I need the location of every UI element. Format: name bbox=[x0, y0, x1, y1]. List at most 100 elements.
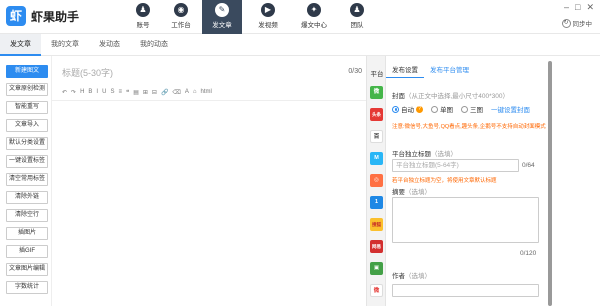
radio-label: 自动 bbox=[401, 107, 414, 114]
default-category-button[interactable]: 默认分类设置 bbox=[6, 137, 48, 150]
cover-auto-radio[interactable]: 自动 ? bbox=[392, 104, 423, 114]
insert-gif-button[interactable]: 插GIF bbox=[6, 245, 48, 258]
tab-post-update[interactable]: 发动态 bbox=[89, 34, 130, 56]
article-body-editor[interactable] bbox=[52, 100, 366, 306]
title-field-label: 平台独立标题（选填） bbox=[392, 148, 457, 158]
tab-publish-settings[interactable]: 发布设置 bbox=[386, 64, 424, 78]
font-color-icon[interactable]: A bbox=[185, 89, 189, 95]
import-article-button[interactable]: 文章导入 bbox=[6, 119, 48, 132]
article-title-input[interactable]: 标题(5-30字) bbox=[62, 66, 113, 79]
tab-platform-management[interactable]: 发布平台管理 bbox=[424, 64, 475, 78]
sync-label: 同步中 bbox=[572, 21, 593, 28]
clear-tags-button[interactable]: 清空常用标签 bbox=[6, 173, 48, 186]
clear-links-button[interactable]: 清除外链 bbox=[6, 191, 48, 204]
weibo-icon[interactable]: 微 bbox=[370, 284, 383, 297]
nav-label: 工作台 bbox=[171, 22, 191, 29]
platform-title-input[interactable]: 平台独立标题(5-64字) bbox=[392, 159, 519, 172]
nav-label: 团队 bbox=[350, 22, 364, 29]
heading-icon[interactable]: H bbox=[80, 89, 84, 95]
link-icon[interactable]: 🔗 bbox=[161, 89, 168, 96]
article-editor: 标题(5-30字) 0/30 ↶ ↷ H B I U S ≡ ❝ ▤ ⊞ ⊟ 🔗… bbox=[52, 56, 366, 306]
baijia-icon[interactable]: 百 bbox=[370, 130, 383, 143]
platform-green-icon[interactable]: ▣ bbox=[370, 262, 383, 275]
summary-textarea[interactable] bbox=[392, 197, 539, 243]
main-nav: ♟ 账号 ◉ 工作台 ✎ 发文章 ▶ 发视频 ✦ 爆文中心 ♟ 团队 bbox=[126, 0, 376, 34]
platform-1-icon[interactable]: 1 bbox=[370, 196, 383, 209]
nav-label: 发视频 bbox=[258, 22, 278, 29]
wechat-icon[interactable]: 微 bbox=[370, 86, 383, 99]
insert-image-button[interactable]: 插图片 bbox=[6, 227, 48, 240]
italic-icon[interactable]: I bbox=[96, 89, 98, 95]
hot-article-icon: ✦ bbox=[307, 3, 321, 17]
platform-orange-icon[interactable]: ◎ bbox=[370, 174, 383, 187]
tab-my-updates[interactable]: 我的动态 bbox=[130, 34, 178, 56]
summary-field-label: 摘要（选填） bbox=[392, 186, 431, 196]
word-count-button[interactable]: 字数统计 bbox=[6, 281, 48, 294]
cover-single-radio[interactable]: 单图 bbox=[431, 104, 453, 114]
clear-format-icon[interactable]: ⌫ bbox=[172, 89, 180, 96]
nav-team[interactable]: ♟ 团队 bbox=[340, 0, 374, 34]
list-icon[interactable]: ▤ bbox=[133, 89, 139, 96]
bold-icon[interactable]: B bbox=[88, 89, 92, 95]
window-controls: – □ ✕ bbox=[564, 2, 594, 13]
workbench-icon: ◉ bbox=[174, 3, 188, 17]
one-click-cover-link[interactable]: 一键设置封面 bbox=[491, 104, 530, 114]
minimize-button[interactable]: – bbox=[564, 2, 569, 13]
quote-icon[interactable]: ❝ bbox=[126, 89, 129, 96]
strikethrough-icon[interactable]: S bbox=[110, 89, 114, 95]
title-hint: （选填） bbox=[431, 151, 457, 158]
app-window: 虾 虾果助手 ♟ 账号 ◉ 工作台 ✎ 发文章 ▶ 发视频 ✦ 爆文中心 ♟ 团… bbox=[0, 0, 600, 306]
divider-icon[interactable]: ⊟ bbox=[152, 89, 157, 96]
originality-check-button[interactable]: 文章原创检测 bbox=[6, 83, 48, 96]
undo-icon[interactable]: ↶ bbox=[62, 89, 67, 96]
redo-icon[interactable]: ↷ bbox=[71, 89, 76, 96]
scrollbar-thumb[interactable] bbox=[548, 61, 552, 306]
edit-images-button[interactable]: 文章图片编辑 bbox=[6, 263, 48, 276]
settings-scrollbar[interactable] bbox=[548, 56, 552, 306]
align-icon[interactable]: ≡ bbox=[118, 89, 122, 95]
sohu-icon[interactable]: 搜狐 bbox=[370, 218, 383, 231]
html-source-icon[interactable]: html bbox=[201, 89, 212, 95]
app-logo: 虾 虾果助手 bbox=[6, 6, 79, 26]
publish-settings-panel: 发布设置 发布平台管理 封面（从正文中选择,最小尺寸400*300） 自动 ? … bbox=[386, 56, 548, 306]
netease-icon[interactable]: 网易 bbox=[370, 240, 383, 253]
tab-write-article[interactable]: 发文章 bbox=[0, 33, 41, 56]
close-button[interactable]: ✕ bbox=[586, 2, 594, 13]
nav-account[interactable]: ♟ 账号 bbox=[126, 0, 160, 34]
nav-label: 账号 bbox=[136, 22, 150, 29]
toutiao-icon[interactable]: 头条 bbox=[370, 108, 383, 121]
nav-workbench[interactable]: ◉ 工作台 bbox=[164, 0, 198, 34]
maximize-button[interactable]: □ bbox=[575, 2, 580, 13]
set-tags-button[interactable]: 一键设置标签 bbox=[6, 155, 48, 168]
radio-label: 三图 bbox=[470, 107, 483, 114]
nav-label: 发文章 bbox=[212, 22, 232, 29]
summary-hint: （选填） bbox=[405, 189, 431, 196]
title-char-count: 0/30 bbox=[348, 68, 362, 75]
nav-hot-articles[interactable]: ✦ 爆文中心 bbox=[294, 0, 334, 34]
tab-my-articles[interactable]: 我的文章 bbox=[41, 34, 89, 56]
sync-status[interactable]: ↻ 同步中 bbox=[561, 18, 593, 28]
editor-toolbar: ↶ ↷ H B I U S ≡ ❝ ▤ ⊞ ⊟ 🔗 ⌫ A ⌂ html bbox=[62, 86, 212, 98]
platform-m-icon[interactable]: M bbox=[370, 152, 383, 165]
smart-rewrite-button[interactable]: 智能重写 bbox=[6, 101, 48, 114]
table-icon[interactable]: ⊞ bbox=[143, 89, 148, 96]
platform-label: 平台 bbox=[370, 71, 384, 78]
sync-icon: ↻ bbox=[561, 18, 571, 28]
summary-count: 0/120 bbox=[520, 250, 537, 257]
new-article-button[interactable]: 新建图文 bbox=[6, 65, 48, 78]
help-icon[interactable]: ? bbox=[416, 105, 423, 113]
clear-blank-lines-button[interactable]: 清除空行 bbox=[6, 209, 48, 222]
nav-write-article[interactable]: ✎ 发文章 bbox=[202, 0, 242, 34]
radio-selected-icon bbox=[392, 105, 399, 113]
cover-field-label: 封面（从正文中选择,最小尺寸400*300） bbox=[392, 90, 509, 100]
underline-icon[interactable]: U bbox=[102, 89, 106, 95]
cover-triple-radio[interactable]: 三图 bbox=[461, 104, 483, 114]
nav-video[interactable]: ▶ 发视频 bbox=[248, 0, 288, 34]
panel-tabs: 发布设置 发布平台管理 bbox=[386, 64, 475, 78]
top-bar: 虾 虾果助手 ♟ 账号 ◉ 工作台 ✎ 发文章 ▶ 发视频 ✦ 爆文中心 ♟ 团… bbox=[0, 0, 600, 34]
logo-icon: 虾 bbox=[6, 6, 26, 26]
home-icon[interactable]: ⌂ bbox=[193, 89, 197, 95]
author-input[interactable] bbox=[392, 284, 539, 297]
app-title: 虾果助手 bbox=[31, 9, 80, 24]
user-icon: ♟ bbox=[136, 3, 150, 17]
